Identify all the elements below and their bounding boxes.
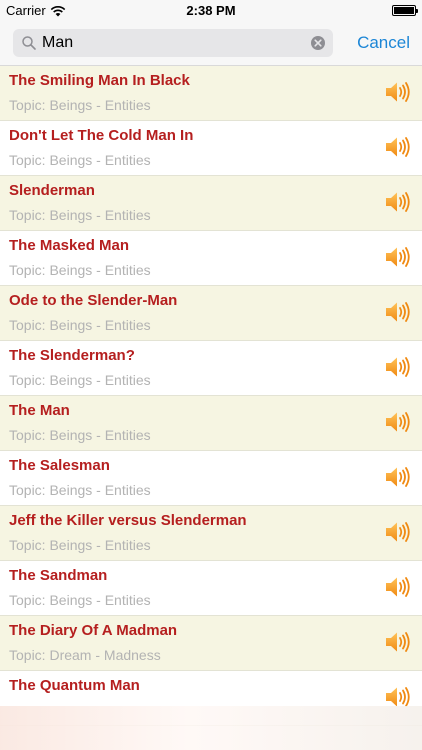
result-title: Slenderman [9, 182, 95, 199]
result-row[interactable]: The Diary Of A Madman Topic: Dream - Madn… [0, 616, 422, 671]
result-topic: Topic: Beings - Entities [9, 537, 151, 553]
result-topic: Topic: Dream - Madness [9, 647, 161, 663]
result-title: Don't Let The Cold Man In [9, 127, 194, 144]
result-title: The Sandman [9, 567, 108, 584]
cancel-button[interactable]: Cancel [357, 33, 410, 53]
result-title: The Salesman [9, 457, 110, 474]
result-row[interactable]: Ode to the Slender-Man Topic: Beings - En… [0, 286, 422, 341]
clear-search-icon[interactable] [310, 35, 326, 51]
result-title: The Man [9, 402, 70, 419]
result-topic: Topic: Beings - Entities [9, 97, 151, 113]
result-row[interactable]: The Sandman Topic: Beings - Entities [0, 561, 422, 616]
result-topic: Topic: Beings - Entities [9, 592, 151, 608]
search-bar: Cancel [0, 22, 422, 66]
speaker-icon[interactable] [383, 298, 411, 326]
status-bar: Carrier 2:38 PM [0, 0, 422, 22]
result-topic: Topic: Beings - Entities [9, 482, 151, 498]
result-row[interactable]: The Salesman Topic: Beings - Entities [0, 451, 422, 506]
result-topic: Topic: Beings - Entities [9, 207, 151, 223]
result-row[interactable]: Slenderman Topic: Beings - Entities [0, 176, 422, 231]
result-topic: Topic: Beings - Entities [9, 262, 151, 278]
result-topic: Topic: Beings - Entities [9, 152, 151, 168]
result-row[interactable]: The Masked Man Topic: Beings - Entities [0, 231, 422, 286]
result-row[interactable]: Don't Let The Cold Man In Topic: Beings -… [0, 121, 422, 176]
battery-fill [394, 7, 414, 14]
speaker-icon[interactable] [383, 188, 411, 216]
result-title: The Slenderman? [9, 347, 135, 364]
result-topic: Topic: Beings - Entities [9, 372, 151, 388]
speaker-icon[interactable] [383, 133, 411, 161]
result-title: Ode to the Slender-Man [9, 292, 178, 309]
search-field[interactable] [13, 29, 333, 57]
result-title: The Masked Man [9, 237, 130, 254]
result-topic: Topic: Beings - Entities [9, 427, 151, 443]
result-row[interactable]: Jeff the Killer versus Slenderman Topic: … [0, 506, 422, 561]
speaker-icon[interactable] [383, 353, 411, 381]
result-row[interactable]: The Man Topic: Beings - Entities [0, 396, 422, 451]
result-row[interactable]: The Smiling Man In Black Topic: Beings - … [0, 66, 422, 121]
speaker-icon[interactable] [383, 243, 411, 271]
speaker-icon[interactable] [383, 408, 411, 436]
result-title: The Smiling Man In Black [9, 72, 190, 89]
result-list: The Smiling Man In Black Topic: Beings - … [0, 66, 422, 726]
speaker-icon[interactable] [383, 463, 411, 491]
result-row[interactable]: The Slenderman? Topic: Beings - Entities [0, 341, 422, 396]
bottom-overlay [0, 706, 422, 750]
speaker-icon[interactable] [383, 78, 411, 106]
result-title: Jeff the Killer versus Slenderman [9, 512, 247, 529]
battery-icon [392, 5, 418, 16]
speaker-icon[interactable] [383, 573, 411, 601]
speaker-icon[interactable] [383, 628, 411, 656]
search-icon [22, 36, 36, 50]
speaker-icon[interactable] [383, 518, 411, 546]
search-input[interactable] [42, 31, 310, 55]
result-title: The Diary Of A Madman [9, 622, 178, 639]
status-time: 2:38 PM [186, 3, 236, 18]
result-topic: Topic: Beings - Entities [9, 317, 151, 333]
result-title: The Quantum Man [9, 677, 140, 694]
